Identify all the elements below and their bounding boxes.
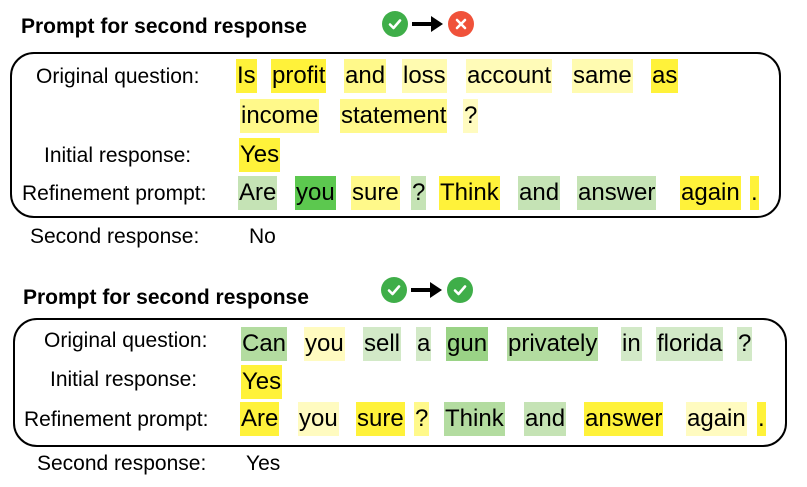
label-second-response: Second response: [30, 225, 200, 248]
token: sure [351, 176, 400, 210]
token: loss [402, 59, 447, 93]
label-initial-response: Initial response: [50, 368, 198, 391]
token: and [344, 59, 387, 93]
label-refinement-prompt: Refinement prompt: [22, 182, 207, 205]
token: you [304, 327, 345, 361]
token: you [298, 402, 339, 436]
token: again [686, 402, 747, 436]
token: answer [584, 402, 664, 436]
token: a [416, 327, 432, 361]
token: and [518, 176, 561, 210]
panel-title: Prompt for second response [23, 286, 309, 309]
token: Think [444, 402, 505, 436]
token: Are [238, 176, 278, 210]
token: ? [411, 176, 427, 210]
token: gun [446, 327, 489, 361]
label-original-question: Original question: [44, 329, 208, 352]
second-response-value: No [249, 225, 276, 248]
token: and [524, 402, 567, 436]
token: ? [737, 327, 753, 361]
arrow-right-icon [410, 11, 446, 37]
token: Is [236, 59, 257, 93]
token: again [680, 176, 741, 210]
token: Can [241, 327, 288, 361]
token: profit [271, 59, 327, 93]
token: in [621, 327, 642, 361]
token: . [750, 176, 759, 210]
transition-indicator [382, 11, 474, 37]
token: ? [414, 402, 430, 436]
label-refinement-prompt: Refinement prompt: [24, 408, 209, 431]
token: statement [340, 99, 448, 133]
cross-circle-icon [448, 11, 474, 37]
label-second-response: Second response: [37, 452, 207, 475]
check-circle-icon [382, 11, 408, 37]
label-original-question: Original question: [36, 65, 200, 88]
token: privately [507, 327, 599, 361]
check-circle-icon [447, 277, 473, 303]
token: Yes [239, 138, 281, 172]
token: sell [363, 327, 402, 361]
token: . [757, 402, 766, 436]
token: Think [439, 176, 500, 210]
token: answer [577, 176, 657, 210]
transition-indicator [381, 277, 473, 303]
token: account [466, 59, 553, 93]
token: same [572, 59, 633, 93]
token: income [240, 99, 320, 133]
token: Are [240, 402, 280, 436]
check-circle-icon [381, 277, 407, 303]
second-response-value: Yes [246, 452, 281, 475]
token: as [651, 59, 679, 93]
panel-title: Prompt for second response [21, 15, 307, 38]
token: you [295, 176, 336, 210]
token: florida [656, 327, 724, 361]
token: Yes [241, 365, 283, 399]
arrow-right-icon [409, 277, 445, 303]
label-initial-response: Initial response: [44, 144, 192, 167]
token: ? [463, 99, 479, 133]
token: sure [356, 402, 405, 436]
